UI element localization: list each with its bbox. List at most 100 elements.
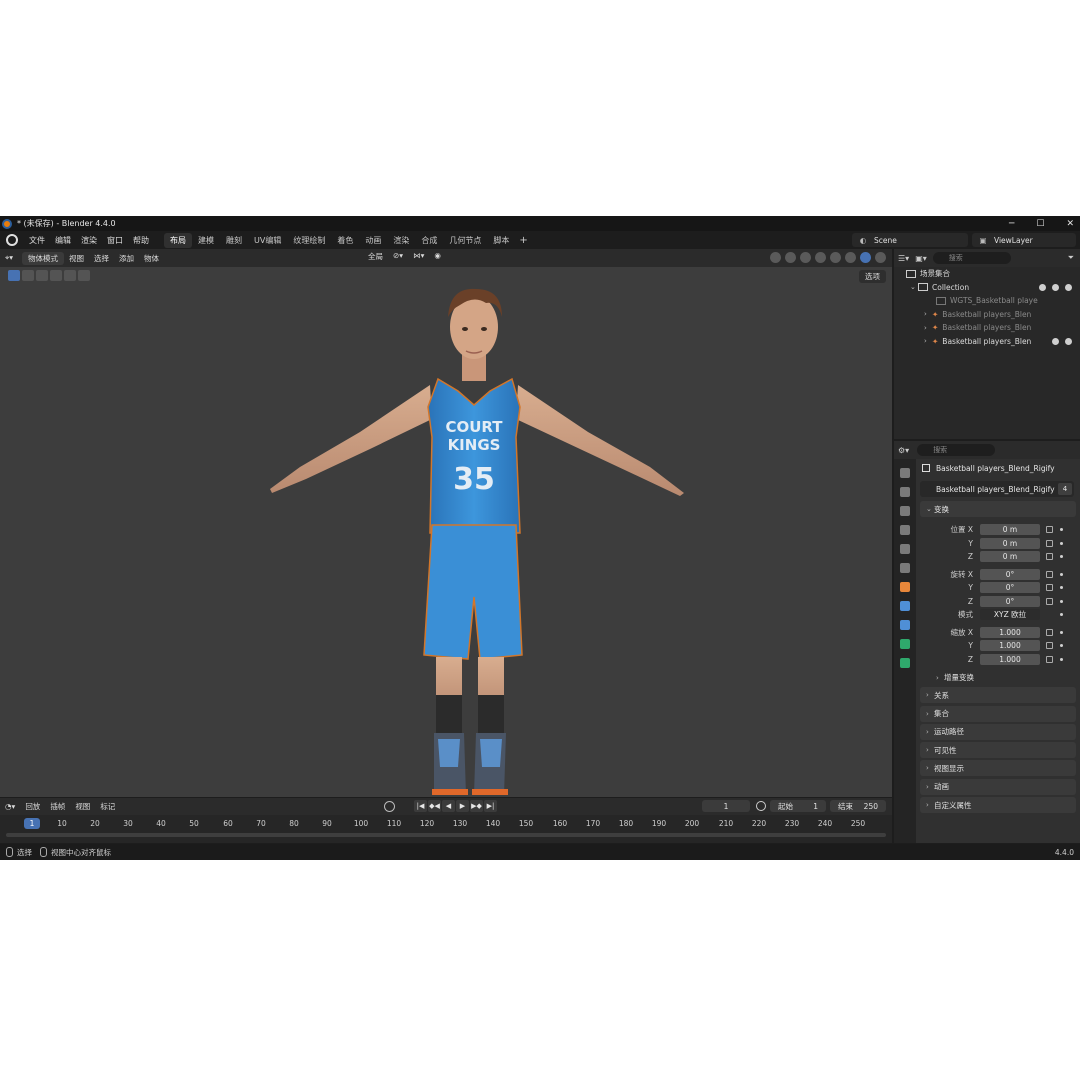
lock-icon[interactable] — [1046, 570, 1053, 578]
expand-icon[interactable]: › — [924, 310, 932, 318]
timeline-editor-icon[interactable]: ◔▾ — [0, 802, 20, 811]
delta-transform-subpanel[interactable]: › 增量变换 — [920, 670, 1076, 685]
menu-playback[interactable]: 回放 — [20, 801, 45, 812]
location-y-field[interactable]: 0 m — [980, 537, 1040, 549]
collection-row[interactable]: ⌄ Collection — [894, 281, 1080, 295]
interaction-mode-dropdown[interactable]: 物体模式 — [22, 251, 64, 265]
scene-name[interactable]: Scene — [874, 236, 968, 245]
wireframe-shading-icon[interactable] — [830, 252, 841, 263]
proportional-edit-icon[interactable]: ◉ — [434, 251, 441, 262]
tab-uv-editing[interactable]: UV编辑 — [248, 233, 287, 248]
eye-icon[interactable] — [1052, 283, 1059, 291]
snap-icon[interactable]: ⋈▾ — [413, 251, 424, 262]
solid-shading-icon[interactable] — [845, 252, 856, 263]
lock-icon[interactable] — [1046, 526, 1053, 534]
motion-paths-panel[interactable]: › 运动路径 — [920, 723, 1076, 740]
data-tab-icon[interactable] — [900, 658, 910, 668]
object-data-label[interactable]: Basketball players_Blend_Rigify — [936, 485, 1055, 494]
output-tab-icon[interactable] — [900, 506, 910, 516]
menu-marker[interactable]: 标记 — [95, 801, 120, 812]
transform-orientation-dropdown[interactable]: 全局 — [368, 251, 383, 262]
camera-icon[interactable] — [1065, 337, 1072, 345]
stopwatch-icon[interactable] — [756, 801, 766, 811]
physics-tab-icon[interactable] — [900, 620, 910, 630]
checkbox-icon[interactable] — [1039, 283, 1046, 291]
modifiers-tab-icon[interactable] — [900, 601, 910, 611]
keyframe-dot-icon[interactable] — [1060, 586, 1063, 590]
tab-compositing[interactable]: 合成 — [415, 233, 443, 248]
collections-panel[interactable]: › 集合 — [920, 705, 1076, 722]
playhead[interactable]: 1 — [24, 818, 40, 829]
close-button[interactable]: ✕ — [1066, 219, 1074, 229]
tool-tab-icon[interactable] — [900, 468, 910, 478]
rotation-x-field[interactable]: 0° — [980, 568, 1040, 580]
scale-x-field[interactable]: 1.000 — [980, 626, 1040, 638]
keyframe-dot-icon[interactable] — [1060, 541, 1063, 545]
timeline-scrollbar[interactable] — [6, 833, 886, 837]
play-reverse-icon[interactable]: ◀ — [442, 800, 455, 812]
keyframe-dot-icon[interactable] — [1060, 528, 1063, 532]
tab-shading[interactable]: 着色 — [331, 233, 359, 248]
outliner-item[interactable]: WGTS_Basketball playe — [894, 294, 1080, 308]
menu-render[interactable]: 渲染 — [76, 235, 102, 246]
menu-window[interactable]: 窗口 — [102, 235, 128, 246]
menu-file[interactable]: 文件 — [24, 235, 50, 246]
3d-viewport[interactable]: 选项 COURT KINGS 35 — [0, 267, 892, 797]
lock-icon[interactable] — [1046, 655, 1053, 663]
animation-panel[interactable]: › 动画 — [920, 778, 1076, 795]
tab-layout[interactable]: 布局 — [164, 232, 192, 248]
end-frame-field[interactable]: 结束 250 — [830, 800, 886, 812]
overlay-icon[interactable] — [800, 252, 811, 263]
jump-keyframe-back-icon[interactable]: ◆◀ — [428, 800, 441, 812]
editor-type-icon[interactable]: ⌖▾ — [0, 253, 18, 263]
scene-collection-row[interactable]: 场景集合 — [894, 267, 1080, 281]
properties-editor-icon[interactable]: ⚙▾ — [898, 446, 909, 455]
tab-animation[interactable]: 动画 — [359, 233, 387, 248]
lock-icon[interactable] — [1046, 597, 1053, 605]
display-mode-icon[interactable]: ▣▾ — [915, 254, 927, 263]
maximize-button[interactable]: ☐ — [1036, 219, 1044, 229]
menu-edit[interactable]: 编辑 — [50, 235, 76, 246]
character-model[interactable]: COURT KINGS 35 — [0, 267, 892, 797]
lock-icon[interactable] — [1046, 642, 1053, 650]
object-data-field[interactable]: Basketball players_Blend_Rigify 4 — [920, 481, 1074, 497]
jump-end-icon[interactable]: ▶| — [484, 800, 497, 812]
scale-y-field[interactable]: 1.000 — [980, 640, 1040, 652]
pivot-icon[interactable]: ⊘▾ — [393, 251, 403, 262]
tab-rendering[interactable]: 渲染 — [387, 233, 415, 248]
menu-keying[interactable]: 插帧 — [45, 801, 70, 812]
keyframe-dot-icon[interactable] — [1060, 630, 1063, 634]
expand-icon[interactable]: › — [924, 337, 932, 345]
current-frame-field[interactable]: 1 — [702, 800, 750, 812]
visibility-icon[interactable] — [770, 252, 781, 263]
menu-help[interactable]: 帮助 — [128, 235, 154, 246]
start-frame-value[interactable]: 1 — [813, 802, 818, 811]
keyframe-dot-icon[interactable] — [1060, 657, 1063, 661]
gizmo-icon[interactable] — [785, 252, 796, 263]
custom-properties-panel[interactable]: › 自定义属性 — [920, 797, 1076, 814]
minimize-button[interactable]: ─ — [1009, 219, 1014, 229]
object-tab-icon[interactable] — [900, 582, 910, 592]
viewport-display-panel[interactable]: › 视图显示 — [920, 760, 1076, 777]
timeline-area[interactable]: 1 10 20 30 40 50 60 70 80 90 100 110 120… — [0, 815, 892, 843]
expand-icon[interactable]: ⌄ — [910, 283, 918, 291]
visibility-panel[interactable]: › 可见性 — [920, 742, 1076, 759]
record-button[interactable] — [384, 801, 395, 812]
filter-icon[interactable]: ⏷ — [1068, 253, 1074, 263]
rotation-y-field[interactable]: 0° — [980, 582, 1040, 594]
relations-panel[interactable]: › 关系 — [920, 687, 1076, 704]
camera-icon[interactable] — [1065, 283, 1072, 291]
view-layer-name[interactable]: ViewLayer — [994, 236, 1076, 245]
outliner-item[interactable]: › ✦ Basketball players_Blen — [894, 335, 1080, 349]
blender-menu-icon[interactable] — [6, 234, 18, 246]
lock-icon[interactable] — [1046, 539, 1053, 547]
lock-icon[interactable] — [1046, 553, 1053, 561]
tab-modeling[interactable]: 建模 — [192, 233, 220, 248]
tab-scripting[interactable]: 脚本 — [487, 233, 515, 248]
render-tab-icon[interactable] — [900, 487, 910, 497]
end-frame-value[interactable]: 250 — [864, 802, 878, 811]
view-layer-tab-icon[interactable] — [900, 525, 910, 535]
expand-icon[interactable]: › — [924, 324, 932, 332]
view-layer-selector[interactable]: ▣ ViewLayer — [972, 233, 1076, 247]
keyframe-dot-icon[interactable] — [1060, 613, 1063, 617]
